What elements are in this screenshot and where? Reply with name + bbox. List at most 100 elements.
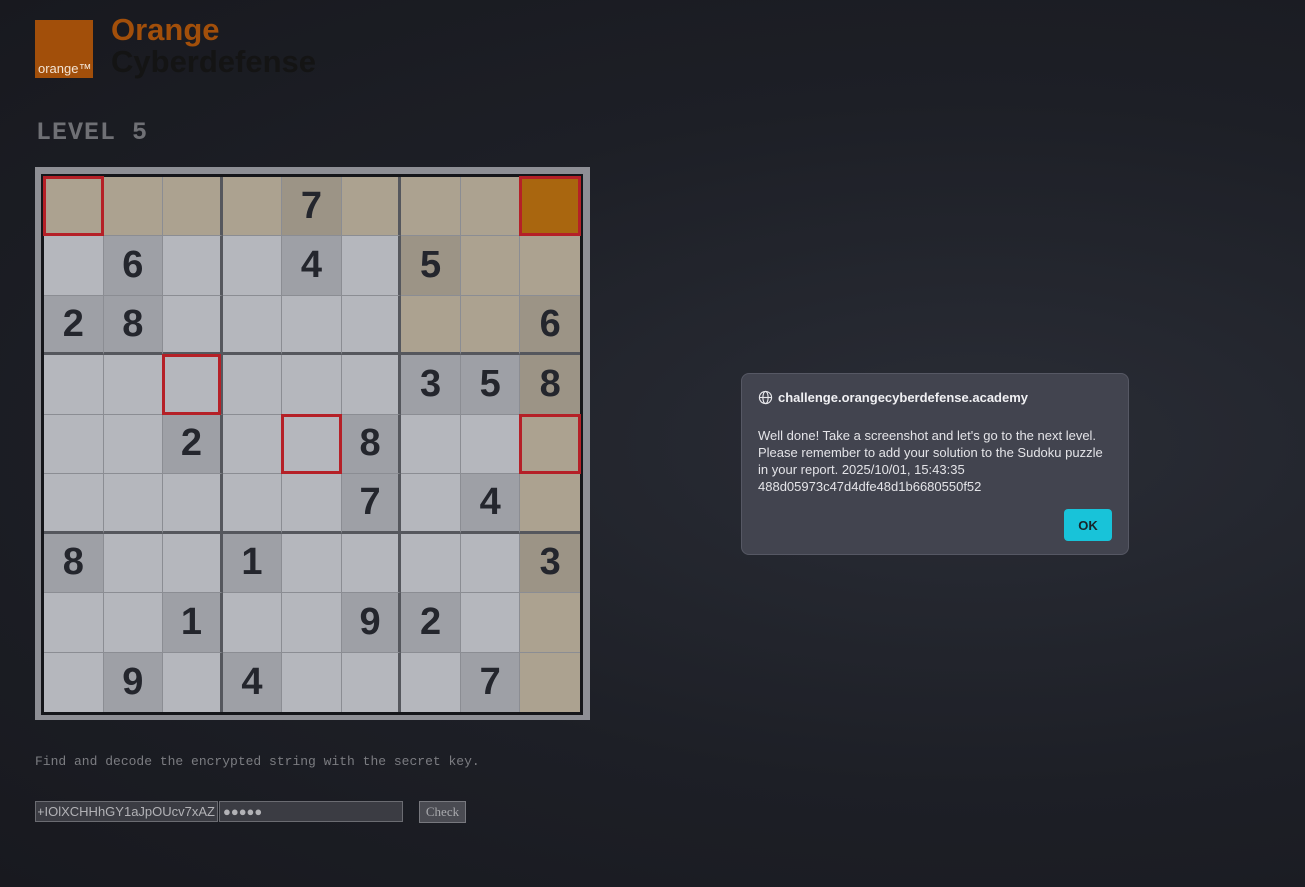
- sudoku-cell[interactable]: 7: [341, 474, 402, 534]
- dialog-message-line: in your report. 2025/10/01, 15:43:35: [758, 462, 965, 477]
- sudoku-cell[interactable]: [282, 652, 342, 712]
- sudoku-cell[interactable]: [281, 413, 342, 475]
- sudoku-cell[interactable]: [520, 652, 580, 712]
- sudoku-cell[interactable]: [163, 533, 223, 594]
- instruction-text: Find and decode the encrypted string wit…: [35, 754, 480, 769]
- sudoku-cell[interactable]: [163, 474, 223, 534]
- sudoku-cell[interactable]: [341, 652, 402, 712]
- sudoku-cell[interactable]: 1: [163, 593, 223, 653]
- sudoku-cell[interactable]: 9: [341, 593, 402, 653]
- dialog-origin: challenge.orangecyberdefense.academy: [778, 390, 1029, 405]
- sudoku-cell[interactable]: [519, 175, 581, 237]
- sudoku-cell[interactable]: [43, 175, 104, 237]
- sudoku-cell[interactable]: 4: [222, 652, 283, 712]
- sudoku-cell[interactable]: 6: [103, 236, 164, 296]
- sudoku-cell[interactable]: [341, 533, 402, 594]
- sudoku-cell[interactable]: [163, 652, 223, 712]
- ok-button[interactable]: OK: [1064, 509, 1112, 541]
- sudoku-cell[interactable]: [341, 355, 402, 415]
- sudoku-cell[interactable]: [162, 354, 223, 416]
- sudoku-cell[interactable]: 8: [44, 533, 104, 594]
- sudoku-cell[interactable]: 3: [401, 355, 461, 415]
- sudoku-cell[interactable]: 2: [163, 414, 223, 475]
- sudoku-cell[interactable]: [282, 355, 342, 415]
- sudoku-cell[interactable]: [460, 177, 521, 237]
- sudoku-cell[interactable]: 2: [44, 295, 104, 356]
- sudoku-cell[interactable]: [282, 474, 342, 534]
- orange-logo-badge: orange™: [35, 20, 93, 78]
- sudoku-board: 76452863582874813192947: [41, 174, 583, 715]
- sudoku-cell[interactable]: [282, 295, 342, 356]
- sudoku-cell[interactable]: [222, 177, 283, 237]
- sudoku-cell[interactable]: [341, 295, 402, 356]
- sudoku-cell[interactable]: 6: [520, 295, 580, 356]
- sudoku-cell[interactable]: [460, 593, 521, 653]
- logo-brand-text: Orange: [111, 12, 220, 47]
- sudoku-cell[interactable]: [44, 652, 104, 712]
- sudoku-cell[interactable]: [520, 593, 580, 653]
- dialog-message-line: Please remember to add your solution to …: [758, 445, 1103, 460]
- sudoku-cell[interactable]: [341, 236, 402, 296]
- sudoku-cell[interactable]: [222, 414, 283, 475]
- sudoku-cell[interactable]: 4: [460, 474, 521, 534]
- sudoku-cell[interactable]: 9: [103, 652, 164, 712]
- sudoku-cell[interactable]: [401, 414, 461, 475]
- level-title: LEVEL 5: [36, 118, 149, 147]
- secret-key-input[interactable]: [219, 801, 403, 822]
- sudoku-cell[interactable]: [163, 177, 223, 237]
- sudoku-cell[interactable]: [44, 355, 104, 415]
- sudoku-cell[interactable]: [222, 593, 283, 653]
- sudoku-cell[interactable]: [163, 295, 223, 356]
- sudoku-cell[interactable]: [401, 474, 461, 534]
- sudoku-cell[interactable]: [103, 355, 164, 415]
- sudoku-cell[interactable]: 8: [341, 414, 402, 475]
- sudoku-cell[interactable]: [520, 474, 580, 534]
- sudoku-cell[interactable]: [519, 413, 581, 475]
- sudoku-cell[interactable]: [401, 177, 461, 237]
- sudoku-cell[interactable]: [44, 236, 104, 296]
- sudoku-cell[interactable]: 7: [282, 177, 342, 237]
- sudoku-cell[interactable]: [222, 236, 283, 296]
- sudoku-cell[interactable]: 1: [222, 533, 283, 594]
- sudoku-cell[interactable]: [282, 593, 342, 653]
- sudoku-cell[interactable]: [460, 295, 521, 356]
- sudoku-cell[interactable]: 2: [401, 593, 461, 653]
- sudoku-cell[interactable]: [401, 652, 461, 712]
- globe-icon: [758, 390, 773, 405]
- sudoku-cell[interactable]: [163, 236, 223, 296]
- sudoku-cell[interactable]: [460, 414, 521, 475]
- sudoku-cell[interactable]: [44, 593, 104, 653]
- logo-badge-text: orange™: [38, 61, 92, 76]
- dialog-message-line: Well done! Take a screenshot and let's g…: [758, 428, 1097, 443]
- sudoku-cell[interactable]: [401, 295, 461, 356]
- sudoku-cell[interactable]: 7: [460, 652, 521, 712]
- check-button[interactable]: Check: [419, 801, 466, 823]
- sudoku-cell[interactable]: [103, 177, 164, 237]
- sudoku-cell[interactable]: [222, 474, 283, 534]
- dialog-header: challenge.orangecyberdefense.academy: [758, 390, 1028, 405]
- sudoku-cell[interactable]: [103, 414, 164, 475]
- sudoku-cell[interactable]: [44, 414, 104, 475]
- encrypted-string-input[interactable]: [35, 801, 218, 822]
- sudoku-cell[interactable]: [222, 295, 283, 356]
- sudoku-cell[interactable]: [341, 177, 402, 237]
- sudoku-cell[interactable]: [44, 474, 104, 534]
- logo-subtitle-text: Cyberdefense: [111, 44, 317, 79]
- sudoku-cell[interactable]: [222, 355, 283, 415]
- sudoku-cell[interactable]: 5: [401, 236, 461, 296]
- sudoku-cell[interactable]: [460, 533, 521, 594]
- sudoku-cell[interactable]: 3: [520, 533, 580, 594]
- sudoku-cell[interactable]: 4: [282, 236, 342, 296]
- sudoku-cell[interactable]: 8: [520, 355, 580, 415]
- sudoku-cell[interactable]: [282, 533, 342, 594]
- sudoku-cell[interactable]: 8: [103, 295, 164, 356]
- sudoku-cell[interactable]: 5: [460, 355, 521, 415]
- sudoku-cell[interactable]: [460, 236, 521, 296]
- dialog-message: Well done! Take a screenshot and let's g…: [758, 427, 1114, 495]
- sudoku-cell[interactable]: [103, 533, 164, 594]
- sudoku-cell[interactable]: [103, 474, 164, 534]
- sudoku-frame: 76452863582874813192947: [35, 167, 590, 720]
- sudoku-cell[interactable]: [520, 236, 580, 296]
- sudoku-cell[interactable]: [401, 533, 461, 594]
- sudoku-cell[interactable]: [103, 593, 164, 653]
